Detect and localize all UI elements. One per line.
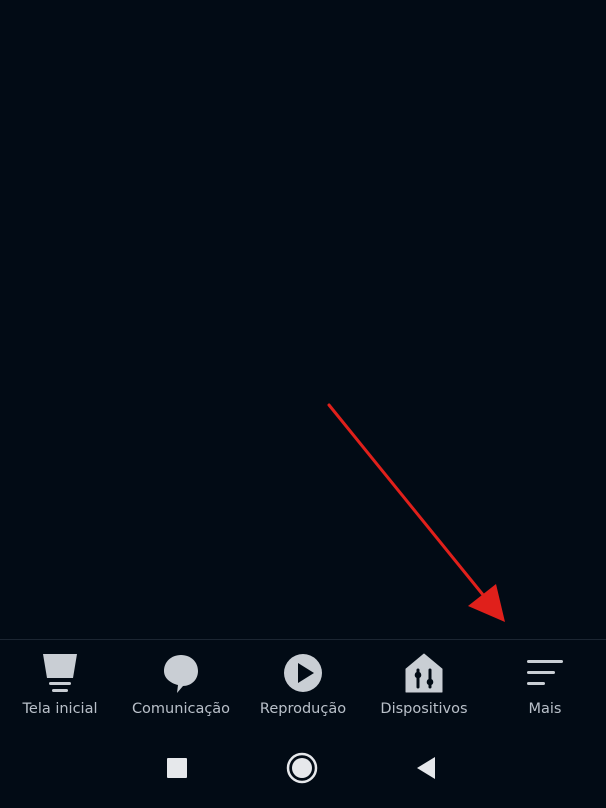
home-screen-icon	[37, 650, 83, 696]
nav-label-devices: Dispositivos	[380, 701, 468, 717]
back-triangle-icon	[417, 757, 435, 779]
nav-label-playback: Reprodução	[259, 701, 347, 717]
home-button[interactable]	[282, 748, 322, 788]
main-content-area	[0, 0, 606, 639]
nav-label-more: Mais	[528, 701, 562, 717]
bottom-navigation-bar: Tela inicial Comunicação Reprodução Disp…	[0, 639, 606, 731]
nav-tab-home[interactable]: Tela inicial	[13, 640, 107, 732]
android-system-navigation-bar	[0, 731, 606, 808]
recent-apps-button[interactable]	[157, 748, 197, 788]
menu-lines-icon	[522, 650, 568, 696]
chat-bubble-icon	[158, 650, 204, 696]
nav-tab-devices[interactable]: Dispositivos	[376, 640, 472, 732]
app-screen: Tela inicial Comunicação Reprodução Disp…	[0, 0, 606, 808]
circle-home-icon	[286, 752, 318, 784]
square-icon	[167, 758, 187, 778]
nav-tab-more[interactable]: Mais	[497, 640, 593, 732]
nav-tab-communication[interactable]: Comunicação	[131, 640, 231, 732]
smart-home-devices-icon	[401, 650, 447, 696]
play-icon	[280, 650, 326, 696]
back-button[interactable]	[406, 748, 446, 788]
nav-label-home: Tela inicial	[22, 701, 98, 717]
nav-label-communication: Comunicação	[131, 701, 231, 717]
nav-tab-playback[interactable]: Reprodução	[255, 640, 351, 732]
